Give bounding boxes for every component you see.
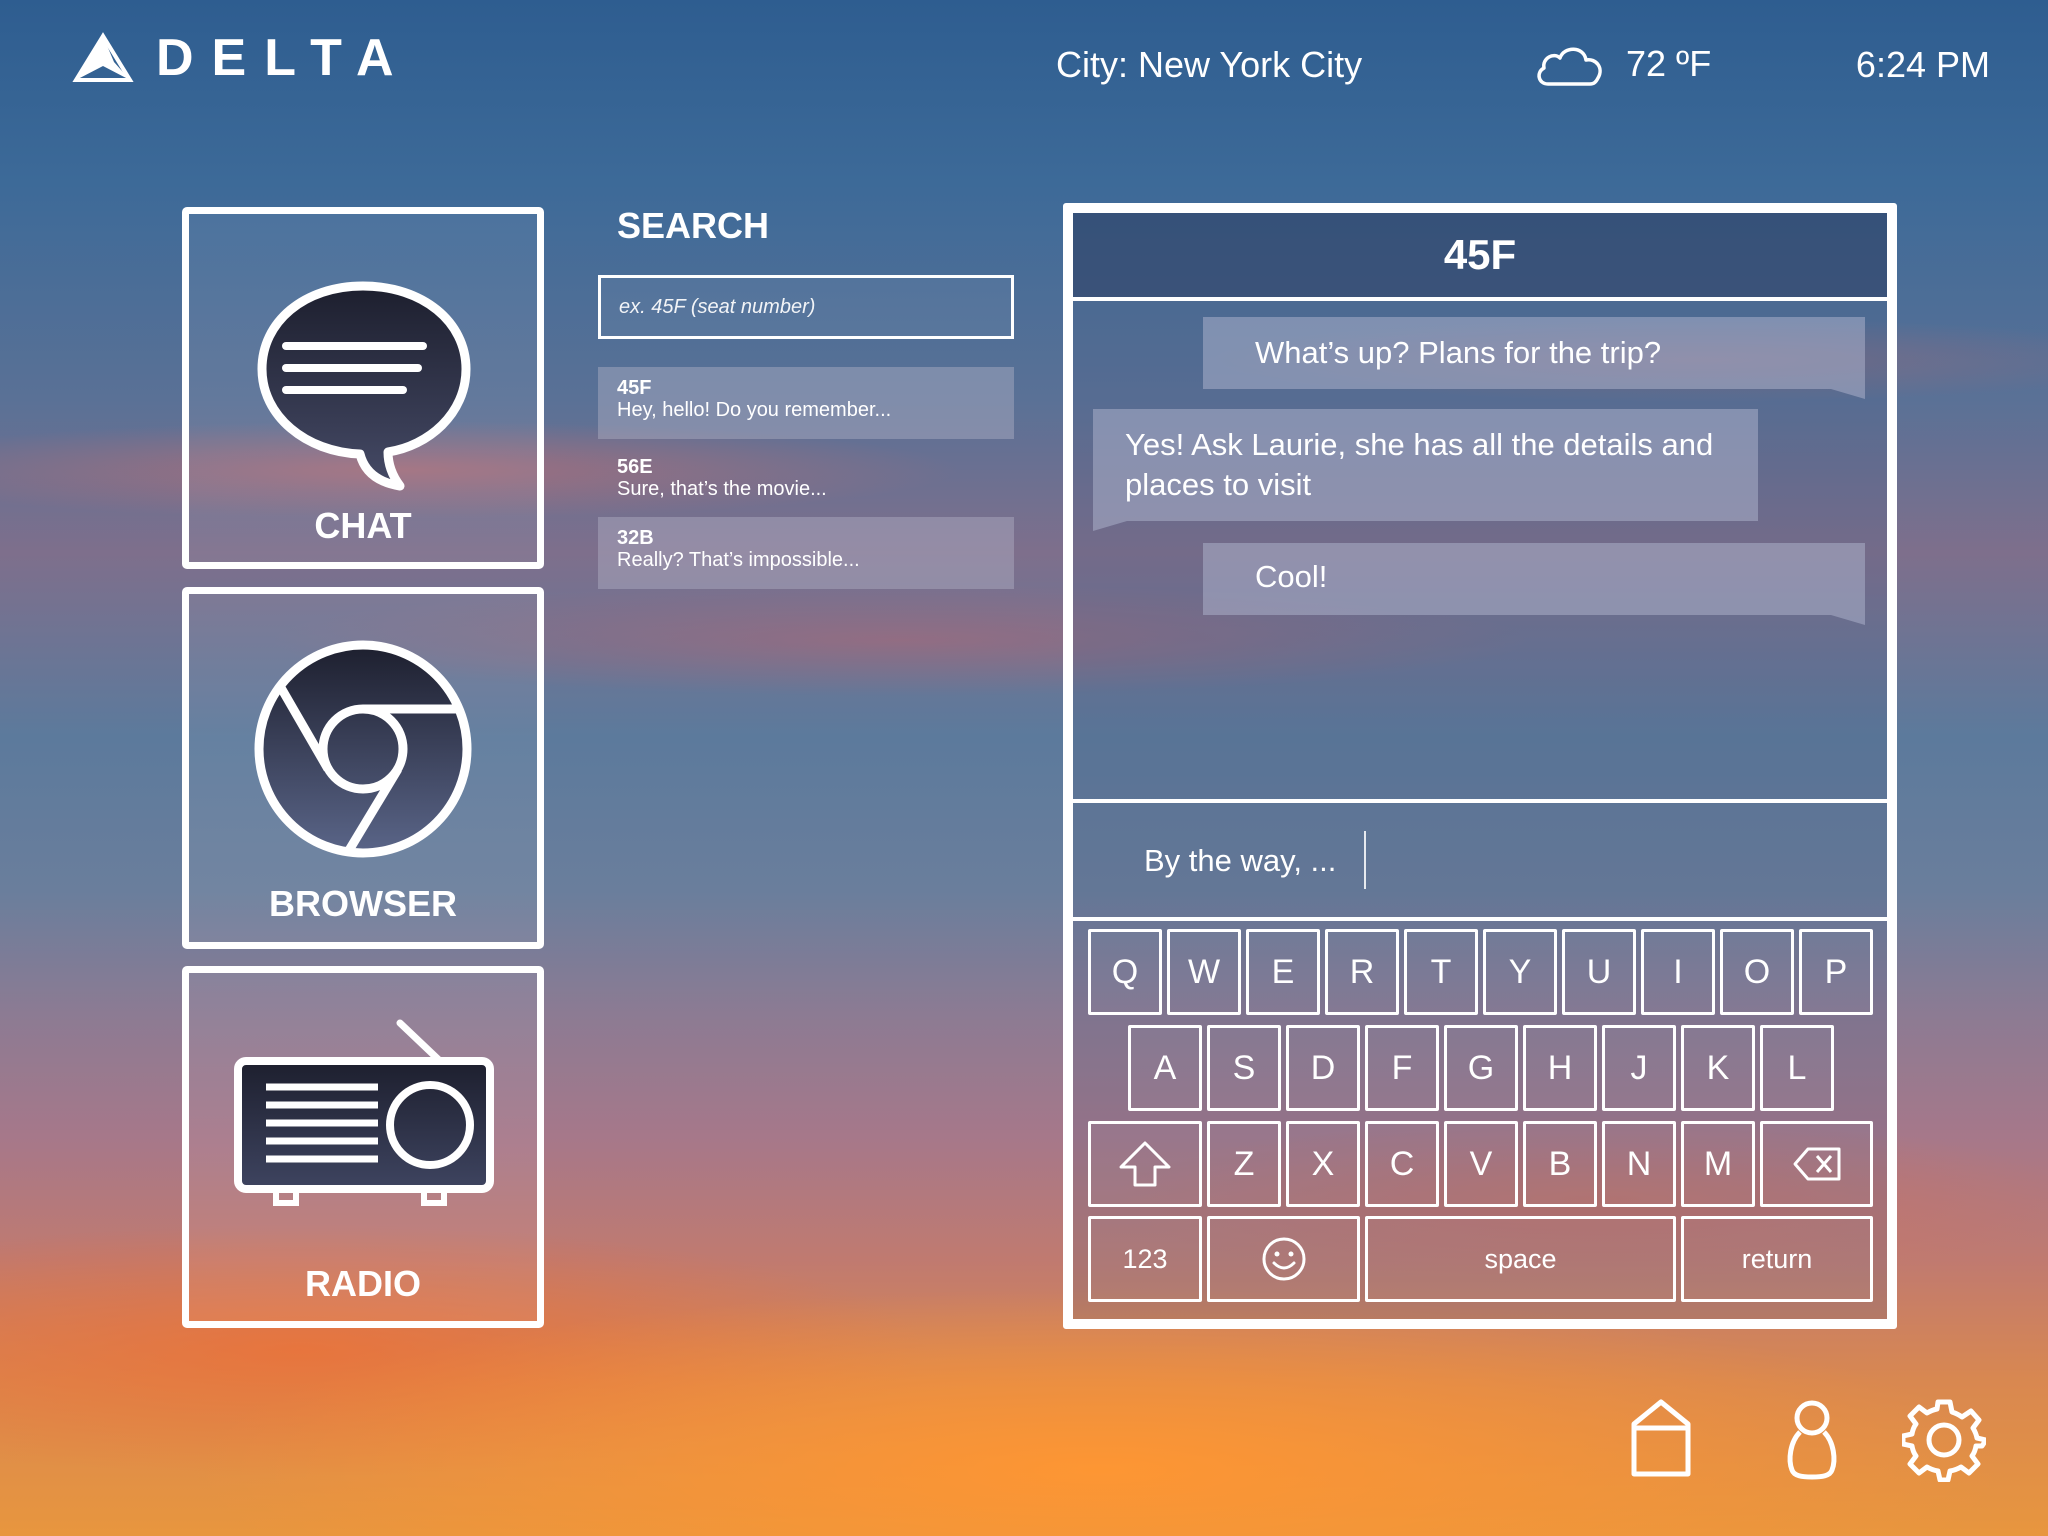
key-h[interactable]: H	[1523, 1025, 1597, 1111]
backspace-key[interactable]	[1760, 1121, 1873, 1207]
return-key[interactable]: return	[1681, 1216, 1873, 1302]
key-j[interactable]: J	[1602, 1025, 1676, 1111]
compose-text: By the way, ...	[1144, 843, 1337, 878]
shift-icon	[1119, 1141, 1171, 1187]
message-bubble-incoming: Yes! Ask Laurie, she has all the details…	[1093, 409, 1758, 531]
chat-app-label: CHAT	[314, 505, 412, 546]
key-o[interactable]: O	[1720, 929, 1794, 1015]
home-icon[interactable]	[1628, 1398, 1694, 1478]
browser-app-tile[interactable]: BROWSER	[182, 587, 544, 949]
chat-bubble-icon	[257, 281, 471, 491]
smiley-icon	[1262, 1237, 1305, 1281]
conversation-item[interactable]: 56E Sure, that’s the movie...	[598, 446, 1014, 518]
search-title: SEARCH	[617, 205, 770, 246]
text-cursor	[1364, 831, 1366, 889]
browser-app-label: BROWSER	[269, 883, 457, 924]
key-p[interactable]: P	[1799, 929, 1873, 1015]
conversation-preview: Sure, that’s the movie...	[617, 478, 827, 500]
radio-icon	[234, 1019, 494, 1206]
brand-name: DELTA	[156, 29, 412, 87]
conversation-item[interactable]: 45F Hey, hello! Do you remember...	[598, 367, 1014, 439]
conversation-seat: 56E	[617, 456, 653, 478]
radio-app-label: RADIO	[305, 1263, 421, 1304]
conversation-seat: 32B	[617, 527, 654, 549]
key-t[interactable]: T	[1404, 929, 1478, 1015]
conversation-preview: Hey, hello! Do you remember...	[617, 399, 892, 421]
key-d[interactable]: D	[1286, 1025, 1360, 1111]
message-compose-field[interactable]: By the way, ...	[1073, 799, 1887, 921]
temperature: 72 ºF	[1626, 43, 1712, 84]
chat-title: 45F	[1073, 213, 1887, 301]
conversation-item[interactable]: 32B Really? That’s impossible...	[598, 517, 1014, 589]
key-l[interactable]: L	[1760, 1025, 1834, 1111]
conversation-seat: 45F	[617, 377, 652, 399]
key-w[interactable]: W	[1167, 929, 1241, 1015]
key-e[interactable]: E	[1246, 929, 1320, 1015]
conversation-preview: Really? That’s impossible...	[617, 549, 860, 571]
message-bubble-outgoing: What’s up? Plans for the trip?	[1203, 317, 1865, 399]
key-s[interactable]: S	[1207, 1025, 1281, 1111]
key-n[interactable]: N	[1602, 1121, 1676, 1207]
browser-icon	[254, 640, 472, 858]
profile-icon[interactable]	[1784, 1398, 1840, 1480]
key-y[interactable]: Y	[1483, 929, 1557, 1015]
delta-widget-icon	[72, 32, 134, 82]
backspace-icon	[1793, 1147, 1840, 1181]
emoji-key[interactable]	[1207, 1216, 1360, 1302]
key-z[interactable]: Z	[1207, 1121, 1281, 1207]
message-bubble-outgoing: Cool!	[1203, 543, 1865, 625]
shift-key[interactable]	[1088, 1121, 1202, 1207]
key-f[interactable]: F	[1365, 1025, 1439, 1111]
weather-widget: 72 ºF	[1534, 38, 1711, 90]
chat-panel: 45F What’s up? Plans for the trip? Yes! …	[1063, 203, 1897, 1329]
seat-search-input[interactable]	[598, 275, 1014, 339]
key-m[interactable]: M	[1681, 1121, 1755, 1207]
key-a[interactable]: A	[1128, 1025, 1202, 1111]
key-k[interactable]: K	[1681, 1025, 1755, 1111]
city-label: City: New York City	[1056, 44, 1363, 85]
space-key[interactable]: space	[1365, 1216, 1676, 1302]
key-q[interactable]: Q	[1088, 929, 1162, 1015]
delta-logo: DELTA	[72, 28, 412, 88]
gear-icon[interactable]	[1902, 1398, 1986, 1482]
key-b[interactable]: B	[1523, 1121, 1597, 1207]
cloud-icon	[1537, 47, 1602, 86]
key-r[interactable]: R	[1325, 929, 1399, 1015]
key-x[interactable]: X	[1286, 1121, 1360, 1207]
key-v[interactable]: V	[1444, 1121, 1518, 1207]
key-g[interactable]: G	[1444, 1025, 1518, 1111]
key-i[interactable]: I	[1641, 929, 1715, 1015]
radio-app-tile[interactable]: RADIO	[182, 966, 544, 1328]
key-u[interactable]: U	[1562, 929, 1636, 1015]
key-c[interactable]: C	[1365, 1121, 1439, 1207]
numbers-key[interactable]: 123	[1088, 1216, 1202, 1302]
chat-app-tile[interactable]: CHAT	[182, 207, 544, 569]
clock: 6:24 PM	[1855, 44, 1990, 85]
